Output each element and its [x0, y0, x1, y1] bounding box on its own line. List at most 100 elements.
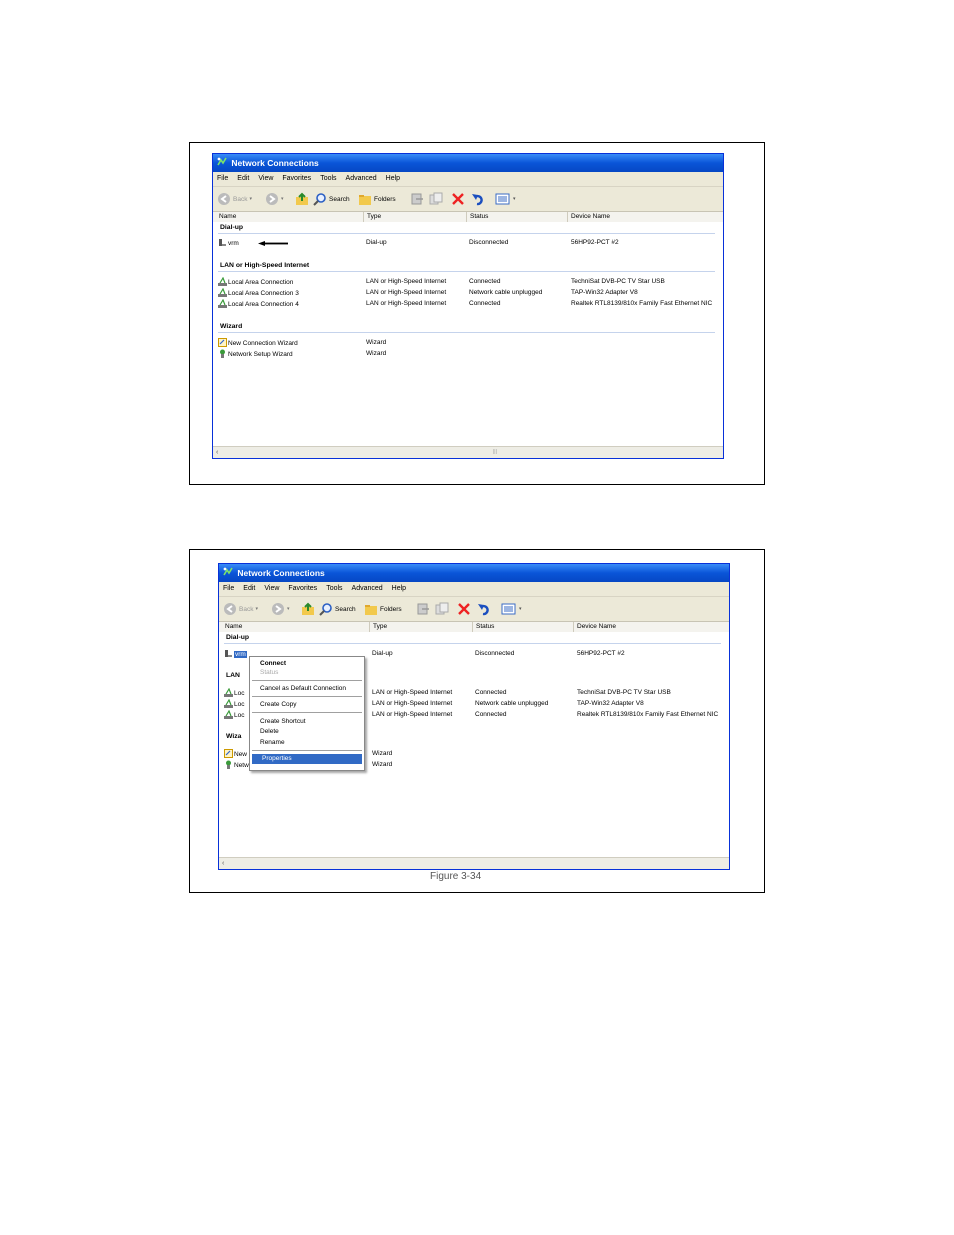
menu-tools[interactable]: Tools [326, 585, 342, 592]
folders-button[interactable]: Folders [364, 601, 402, 617]
col-name[interactable]: Name [216, 212, 236, 222]
menu-item-cancel-default[interactable]: Cancel as Default Connection [250, 684, 364, 694]
col-name[interactable]: Name [222, 622, 242, 632]
views-icon [495, 193, 510, 205]
menu-file[interactable]: File [217, 175, 228, 182]
col-device-name[interactable]: Device Name [573, 622, 616, 632]
col-status[interactable]: Status [466, 212, 488, 222]
group-dialup: Dial-up [220, 224, 244, 231]
lan-type: LAN or High-Speed Internet [372, 711, 453, 718]
menu-item-properties[interactable]: Properties [252, 754, 362, 764]
list-item-wizard[interactable]: New Connection Wizard Wizard [218, 338, 723, 348]
group-dialup: Dial-up [226, 634, 250, 641]
views-dropdown-icon: ▾ [513, 196, 516, 202]
list-item-dialup[interactable]: vrm Dial-up Disconnected 56HP92-PCT #2 [218, 238, 723, 248]
list-item-lan[interactable]: Local Area Connection LAN or High-Speed … [218, 277, 723, 287]
col-type[interactable]: Type [369, 622, 387, 632]
network-connections-icon [223, 567, 233, 576]
lan-connection-icon [218, 288, 227, 297]
forward-arrow-icon [272, 603, 284, 615]
menu-favorites[interactable]: Favorites [288, 585, 317, 592]
list-item-lan[interactable]: Local Area Connection 4 LAN or High-Spee… [218, 299, 723, 309]
wizard-type: Wizard [372, 750, 393, 757]
delete-button[interactable] [457, 601, 471, 617]
title-bar: Network Connections [219, 564, 729, 582]
copy-to-button[interactable] [429, 191, 443, 207]
menu-help[interactable]: Help [392, 585, 406, 592]
list-item-lan[interactable]: Local Area Connection 3 LAN or High-Spee… [218, 288, 723, 298]
window-title: Network Connections [237, 568, 325, 578]
menu-bar: File Edit View Favorites Tools Advanced Help [213, 172, 723, 187]
back-button[interactable]: Back ▾ [223, 601, 258, 617]
col-device-name[interactable]: Device Name [567, 212, 610, 222]
menu-favorites[interactable]: Favorites [282, 175, 311, 182]
new-connection-wizard-icon [224, 749, 233, 758]
search-button[interactable]: Search [313, 191, 350, 207]
wizard-type: Wizard [366, 350, 387, 357]
copy-to-button[interactable] [435, 601, 449, 617]
col-status[interactable]: Status [472, 622, 494, 632]
lan-name: Local Area Connection 3 [228, 290, 299, 297]
menu-item-create-shortcut[interactable]: Create Shortcut [250, 717, 364, 727]
menu-edit[interactable]: Edit [243, 585, 255, 592]
scroll-left-icon[interactable]: ‹ [222, 858, 224, 869]
lan-device: TechniSat DVB-PC TV Star USB [571, 278, 665, 285]
forward-button[interactable]: ▾ [271, 601, 290, 617]
menu-advanced[interactable]: Advanced [346, 175, 377, 182]
views-button[interactable]: ▾ [495, 191, 516, 207]
up-folder-button[interactable] [295, 191, 309, 207]
wizard-type: Wizard [372, 761, 393, 768]
col-type[interactable]: Type [363, 212, 381, 222]
lan-device: Realtek RTL8139/810x Family Fast Etherne… [577, 711, 719, 718]
folders-button[interactable]: Folders [358, 191, 396, 207]
menu-view[interactable]: View [258, 175, 273, 182]
scroll-grip-icon[interactable]: ||| [493, 447, 497, 458]
menu-tools[interactable]: Tools [320, 175, 336, 182]
lan-name: Local Area Connection [228, 279, 294, 286]
back-dropdown-icon: ▾ [249, 196, 252, 202]
undo-button[interactable] [477, 601, 491, 617]
forward-button[interactable]: ▾ [265, 191, 284, 207]
menu-item-delete[interactable]: Delete [250, 727, 364, 737]
search-button[interactable]: Search [319, 601, 356, 617]
pointer-arrow-icon [258, 241, 288, 246]
scroll-left-icon[interactable]: ‹ [216, 447, 218, 458]
network-setup-wizard-icon [220, 349, 225, 358]
undo-button[interactable] [471, 191, 485, 207]
move-to-button[interactable] [416, 601, 430, 617]
lan-status: Connected [475, 711, 507, 718]
lan-device: TAP-Win32 Adapter V8 [571, 289, 638, 296]
wizard-name: New [234, 751, 248, 758]
forward-arrow-icon [266, 193, 278, 205]
views-dropdown-icon: ▾ [519, 606, 522, 612]
menu-advanced[interactable]: Advanced [352, 585, 383, 592]
menu-help[interactable]: Help [386, 175, 400, 182]
menu-view[interactable]: View [264, 585, 279, 592]
delete-button[interactable] [451, 191, 465, 207]
menu-bar: File Edit View Favorites Tools Advanced Help [219, 582, 729, 597]
lan-device: Realtek RTL8139/810x Family Fast Etherne… [571, 300, 713, 307]
connections-list: Dial-up vrm Dial-up Disconnected 56HP92-… [213, 222, 723, 446]
list-item-wizard[interactable]: Network Setup Wizard Wizard [218, 349, 723, 359]
lan-type: LAN or High-Speed Internet [372, 700, 453, 707]
context-menu: Connect Status Cancel as Default Connect… [249, 656, 365, 771]
screenshot-frame-2: Network Connections File Edit View Favorite… [189, 549, 765, 893]
menu-edit[interactable]: Edit [237, 175, 249, 182]
menu-item-status[interactable]: Status [250, 668, 364, 678]
move-to-button[interactable] [410, 191, 424, 207]
menu-item-rename[interactable]: Rename [250, 738, 364, 748]
network-setup-wizard-icon [226, 760, 231, 769]
horizontal-scrollbar[interactable]: ‹ ||| [213, 446, 723, 458]
back-button[interactable]: Back ▾ [217, 191, 252, 207]
lan-status: Connected [469, 278, 501, 285]
menu-file[interactable]: File [223, 585, 234, 592]
forward-dropdown-icon: ▾ [287, 606, 290, 612]
views-button[interactable]: ▾ [501, 601, 522, 617]
up-folder-button[interactable] [301, 601, 315, 617]
lan-name: Local Area Connection 4 [228, 301, 299, 308]
up-folder-icon [302, 602, 314, 615]
lan-status: Connected [475, 689, 507, 696]
group-wizard: Wizard [220, 323, 243, 330]
horizontal-scrollbar[interactable]: ‹ [219, 857, 729, 869]
menu-item-create-copy[interactable]: Create Copy [250, 700, 364, 710]
